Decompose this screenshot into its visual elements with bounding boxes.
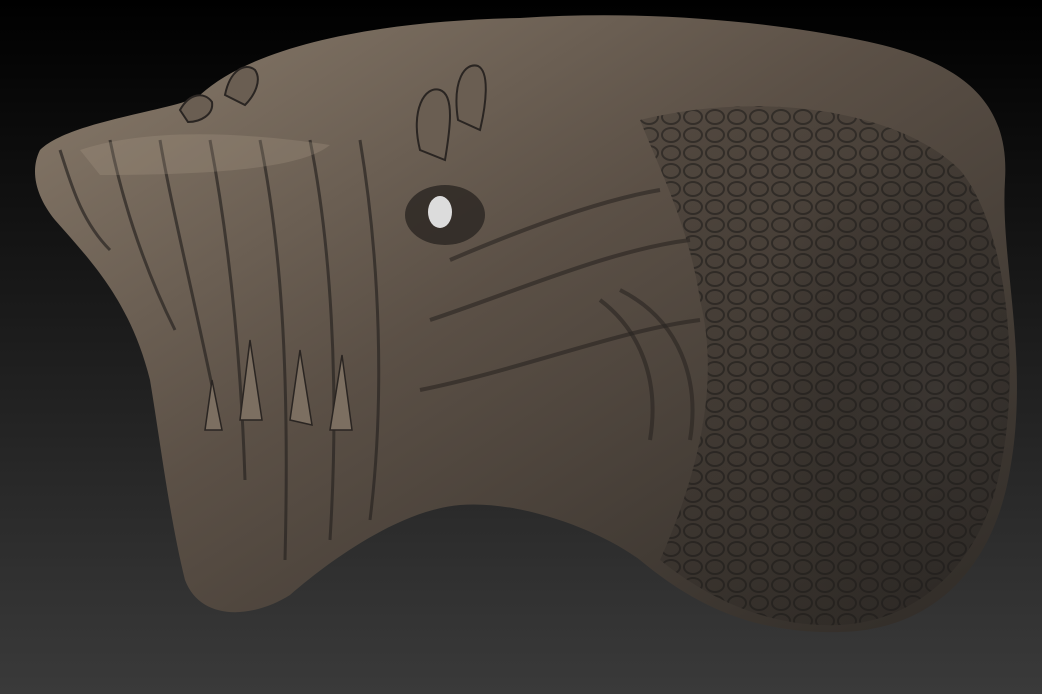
sculpt-render bbox=[0, 0, 1042, 694]
creature-eye bbox=[428, 196, 452, 228]
3d-viewport[interactable] bbox=[0, 0, 1042, 694]
